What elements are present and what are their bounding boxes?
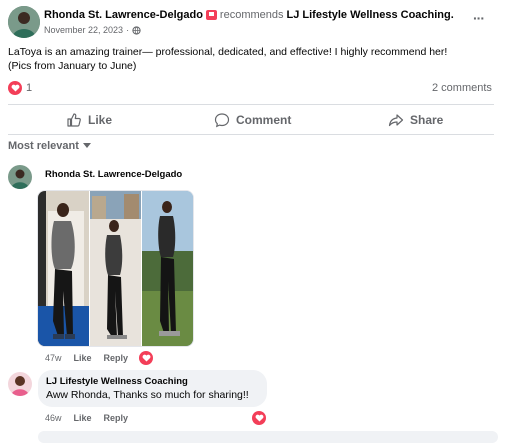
comment-reply-button[interactable]: Reply [104, 353, 129, 363]
share-button-label: Share [410, 113, 444, 127]
reply-timestamp[interactable]: 46w [45, 413, 62, 423]
caret-down-icon [82, 143, 91, 149]
commenter-avatar[interactable] [8, 165, 32, 189]
reactions-divider [8, 104, 494, 105]
post-text-line-2: (Pics from January to June) [8, 60, 137, 72]
share-arrow-icon [388, 112, 404, 128]
recommend-icon [205, 10, 217, 20]
post-author-name[interactable]: Rhonda St. Lawrence-Delgado [44, 9, 203, 21]
comment-sort-dropdown[interactable]: Most relevant [8, 140, 91, 152]
post-date[interactable]: November 22, 2023 [44, 25, 123, 35]
comment-sort-label: Most relevant [8, 140, 79, 152]
next-comment-preview [38, 431, 498, 443]
reply-comment-bubble: LJ Lifestyle Wellness Coaching Aww Rhond… [38, 370, 267, 407]
thumbs-up-icon [66, 112, 82, 128]
progress-photo-june [142, 191, 193, 346]
comment-love-reaction-icon[interactable] [139, 351, 153, 365]
reply-comment-text: Aww Rhonda, Thanks so much for sharing!! [46, 389, 249, 401]
page-avatar[interactable] [8, 372, 32, 396]
date-separator: · [126, 25, 130, 35]
love-reaction-icon[interactable] [8, 81, 22, 95]
reply-love-reaction-icon[interactable] [252, 411, 266, 425]
reply-like-button[interactable]: Like [74, 413, 92, 423]
reaction-count[interactable]: 1 [26, 82, 32, 94]
progress-photo-january [38, 191, 89, 346]
more-options-button[interactable]: ··· [473, 10, 485, 26]
comment-photo-attachment[interactable] [37, 190, 194, 347]
progress-photo-march [90, 191, 141, 346]
comment-like-button[interactable]: Like [74, 353, 92, 363]
comment-button-label: Comment [236, 113, 292, 127]
reply-author-name[interactable]: LJ Lifestyle Wellness Coaching [46, 376, 188, 387]
audience-globe-icon [132, 25, 141, 35]
actions-divider [8, 134, 494, 135]
post-author-avatar[interactable] [8, 6, 40, 38]
comment-timestamp[interactable]: 47w [45, 353, 62, 363]
share-button[interactable]: Share [388, 109, 443, 131]
like-button[interactable]: Like [66, 109, 112, 131]
recommends-verb: recommends [219, 9, 284, 21]
recommended-page-link[interactable]: LJ Lifestyle Wellness Coaching. [287, 9, 454, 21]
reply-reply-button[interactable]: Reply [104, 413, 129, 423]
like-button-label: Like [88, 113, 113, 127]
comment-author-name[interactable]: Rhonda St. Lawrence-Delgado [45, 169, 182, 180]
comment-button[interactable]: Comment [214, 109, 291, 131]
comments-count[interactable]: 2 comments [432, 82, 492, 94]
post-text-line-1: LaToya is an amazing trainer— profession… [8, 46, 448, 58]
comment-bubble-icon [214, 112, 230, 128]
